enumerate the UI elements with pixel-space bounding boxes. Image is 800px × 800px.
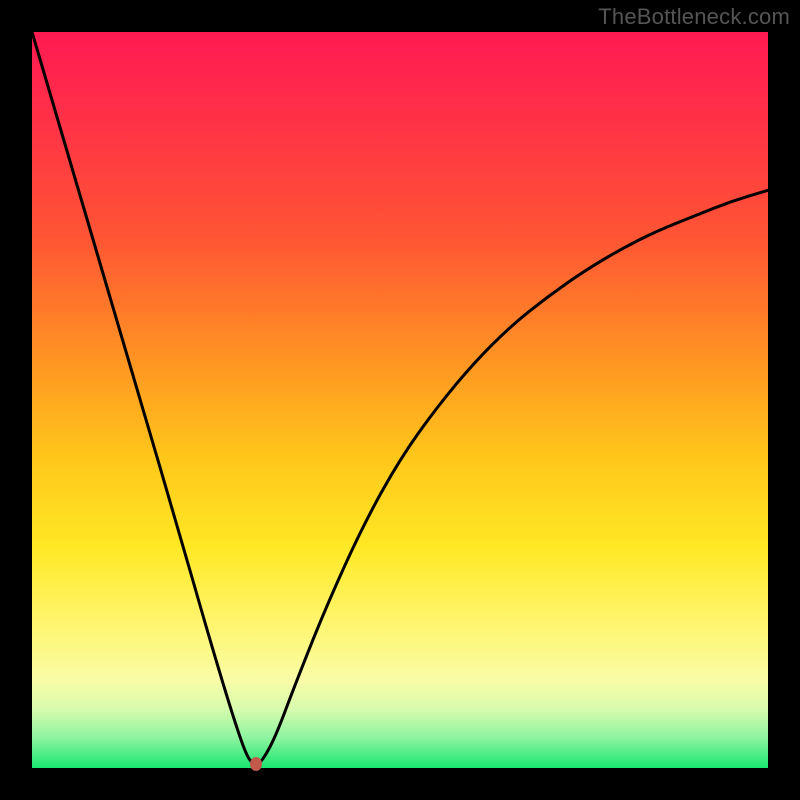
chart-frame: TheBottleneck.com	[0, 0, 800, 800]
curve-path	[32, 32, 768, 764]
plot-area	[32, 32, 768, 768]
bottleneck-curve	[32, 32, 768, 768]
watermark-text: TheBottleneck.com	[598, 4, 790, 30]
minimum-marker	[250, 757, 262, 771]
